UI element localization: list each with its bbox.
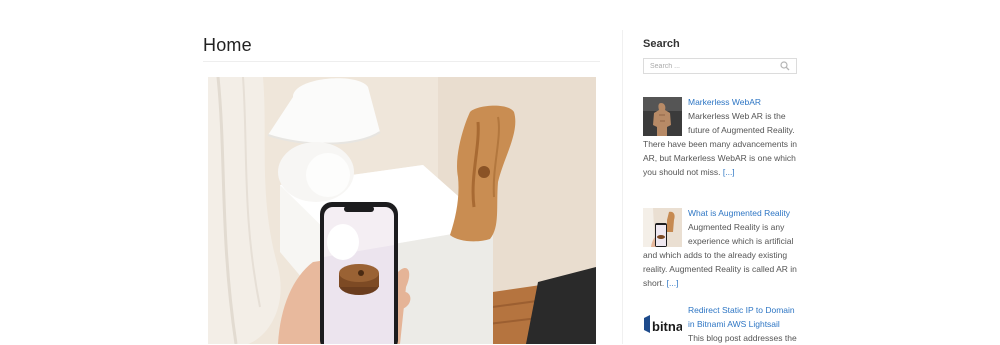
post-thumbnail[interactable] bbox=[643, 97, 682, 136]
title-divider bbox=[203, 61, 600, 62]
thumb-phone-ar bbox=[643, 208, 682, 247]
read-more-link[interactable]: [...] bbox=[723, 167, 735, 177]
recent-post: What is Augmented Reality Augmented Real… bbox=[643, 206, 798, 290]
recent-post: bitna Redirect Static IP to Domain in Bi… bbox=[643, 303, 798, 345]
column-divider bbox=[622, 30, 623, 344]
featured-image[interactable] bbox=[208, 77, 596, 344]
thumb-figure-sculpture bbox=[643, 97, 682, 136]
post-thumbnail[interactable] bbox=[643, 208, 682, 247]
featured-image-illustration bbox=[208, 77, 596, 344]
thumb-logo-text: bitna bbox=[652, 319, 682, 334]
post-thumbnail[interactable]: bitna bbox=[643, 305, 682, 344]
read-more-link[interactable]: [...] bbox=[667, 278, 679, 288]
thumb-bitnami-logo: bitna bbox=[643, 305, 682, 344]
search-input[interactable] bbox=[644, 59, 780, 73]
search-widget-title: Search bbox=[643, 38, 680, 50]
search-form bbox=[643, 58, 797, 74]
post-excerpt: This blog post addresses the bbox=[688, 333, 797, 343]
page-title: Home bbox=[203, 35, 252, 55]
recent-post: Markerless WebAR Markerless Web AR is th… bbox=[643, 95, 798, 179]
search-icon[interactable] bbox=[780, 61, 790, 71]
